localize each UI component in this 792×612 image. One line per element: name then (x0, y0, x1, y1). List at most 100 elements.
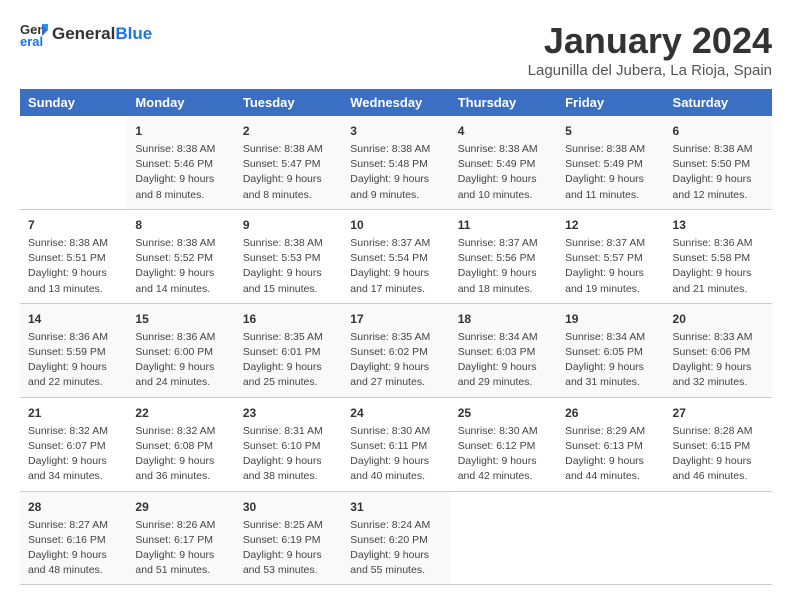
weekday-header: Tuesday (235, 89, 342, 116)
day-number: 12 (565, 216, 656, 234)
day-info: Sunrise: 8:38 AMSunset: 5:49 PMDaylight:… (458, 142, 549, 203)
day-number: 11 (458, 216, 549, 234)
weekday-header: Saturday (665, 89, 772, 116)
day-number: 25 (458, 404, 549, 422)
weekday-header: Monday (127, 89, 234, 116)
day-number: 30 (243, 498, 334, 516)
calendar-cell: 20 Sunrise: 8:33 AMSunset: 6:06 PMDayligh… (665, 303, 772, 397)
day-info: Sunrise: 8:24 AMSunset: 6:20 PMDaylight:… (350, 518, 441, 579)
day-info: Sunrise: 8:27 AMSunset: 6:16 PMDaylight:… (28, 518, 119, 579)
calendar-cell: 6 Sunrise: 8:38 AMSunset: 5:50 PMDaylight… (665, 116, 772, 209)
calendar-cell (665, 491, 772, 585)
day-number: 24 (350, 404, 441, 422)
calendar-cell: 2Sunrise: 8:38 AMSunset: 5:47 PMDaylight… (235, 116, 342, 209)
day-number: 14 (28, 310, 119, 328)
day-info: Sunrise: 8:37 AMSunset: 5:56 PMDaylight:… (458, 236, 549, 297)
calendar-cell: 25Sunrise: 8:30 AMSunset: 6:12 PMDayligh… (450, 397, 557, 491)
weekday-header: Friday (557, 89, 664, 116)
svg-text:eral: eral (20, 34, 43, 48)
day-number: 16 (243, 310, 334, 328)
day-info: Sunrise: 8:38 AMSunset: 5:51 PMDaylight:… (28, 236, 119, 297)
day-number: 17 (350, 310, 441, 328)
calendar-cell: 13 Sunrise: 8:36 AMSunset: 5:58 PMDayligh… (665, 209, 772, 303)
logo-text-blue: Blue (115, 24, 152, 43)
calendar-cell: 10 Sunrise: 8:37 AMSunset: 5:54 PMDayligh… (342, 209, 449, 303)
day-number: 13 (673, 216, 764, 234)
calendar-cell: 9Sunrise: 8:38 AMSunset: 5:53 PMDaylight… (235, 209, 342, 303)
day-info: Sunrise: 8:26 AMSunset: 6:17 PMDaylight:… (135, 518, 226, 579)
day-number: 1 (135, 122, 226, 140)
day-number: 10 (350, 216, 441, 234)
calendar-cell: 3 Sunrise: 8:38 AMSunset: 5:48 PMDaylight… (342, 116, 449, 209)
calendar-cell: 17 Sunrise: 8:35 AMSunset: 6:02 PMDayligh… (342, 303, 449, 397)
day-info: Sunrise: 8:36 AMSunset: 6:00 PMDaylight:… (135, 330, 226, 391)
calendar-cell: 21Sunrise: 8:32 AMSunset: 6:07 PMDayligh… (20, 397, 127, 491)
day-number: 5 (565, 122, 656, 140)
month-title: January 2024 (528, 20, 772, 62)
calendar-week-row: 21Sunrise: 8:32 AMSunset: 6:07 PMDayligh… (20, 397, 772, 491)
calendar-cell: 5 Sunrise: 8:38 AMSunset: 5:49 PMDaylight… (557, 116, 664, 209)
calendar-cell: 19Sunrise: 8:34 AMSunset: 6:05 PMDayligh… (557, 303, 664, 397)
weekday-header: Thursday (450, 89, 557, 116)
day-number: 31 (350, 498, 441, 516)
day-info: Sunrise: 8:34 AMSunset: 6:03 PMDaylight:… (458, 330, 549, 391)
day-info: Sunrise: 8:31 AMSunset: 6:10 PMDaylight:… (243, 424, 334, 485)
calendar-cell: 24Sunrise: 8:30 AMSunset: 6:11 PMDayligh… (342, 397, 449, 491)
calendar-cell: 4Sunrise: 8:38 AMSunset: 5:49 PMDaylight… (450, 116, 557, 209)
calendar-cell: 8Sunrise: 8:38 AMSunset: 5:52 PMDaylight… (127, 209, 234, 303)
day-info: Sunrise: 8:36 AMSunset: 5:59 PMDaylight:… (28, 330, 119, 391)
weekday-header: Sunday (20, 89, 127, 116)
day-number: 3 (350, 122, 441, 140)
day-number: 8 (135, 216, 226, 234)
day-info: Sunrise: 8:38 AMSunset: 5:46 PMDaylight:… (135, 142, 226, 203)
weekday-header: Wednesday (342, 89, 449, 116)
day-info: Sunrise: 8:37 AMSunset: 5:54 PMDaylight:… (350, 236, 441, 297)
day-info: Sunrise: 8:33 AMSunset: 6:06 PMDaylight:… (673, 330, 764, 391)
logo-text-general: General (52, 24, 115, 43)
page-header: Gen eral GeneralBlue January 2024 Laguni… (20, 20, 772, 79)
day-number: 6 (673, 122, 764, 140)
day-info: Sunrise: 8:36 AMSunset: 5:58 PMDaylight:… (673, 236, 764, 297)
day-info: Sunrise: 8:38 AMSunset: 5:50 PMDaylight:… (673, 142, 764, 203)
calendar-cell: 15Sunrise: 8:36 AMSunset: 6:00 PMDayligh… (127, 303, 234, 397)
logo: Gen eral GeneralBlue (20, 20, 152, 48)
location: Lagunilla del Jubera, La Rioja, Spain (528, 62, 772, 79)
calendar-cell: 1 Sunrise: 8:38 AMSunset: 5:46 PMDaylight… (127, 116, 234, 209)
day-number: 23 (243, 404, 334, 422)
day-number: 22 (135, 404, 226, 422)
day-number: 18 (458, 310, 549, 328)
calendar-cell (450, 491, 557, 585)
day-info: Sunrise: 8:29 AMSunset: 6:13 PMDaylight:… (565, 424, 656, 485)
day-info: Sunrise: 8:38 AMSunset: 5:49 PMDaylight:… (565, 142, 656, 203)
day-info: Sunrise: 8:32 AMSunset: 6:08 PMDaylight:… (135, 424, 226, 485)
day-info: Sunrise: 8:37 AMSunset: 5:57 PMDaylight:… (565, 236, 656, 297)
day-number: 28 (28, 498, 119, 516)
title-block: January 2024 Lagunilla del Jubera, La Ri… (528, 20, 772, 79)
calendar-cell: 14 Sunrise: 8:36 AMSunset: 5:59 PMDayligh… (20, 303, 127, 397)
day-info: Sunrise: 8:35 AMSunset: 6:02 PMDaylight:… (350, 330, 441, 391)
calendar-cell: 28 Sunrise: 8:27 AMSunset: 6:16 PMDayligh… (20, 491, 127, 585)
calendar-cell: 11 Sunrise: 8:37 AMSunset: 5:56 PMDayligh… (450, 209, 557, 303)
day-number: 7 (28, 216, 119, 234)
calendar-cell: 16Sunrise: 8:35 AMSunset: 6:01 PMDayligh… (235, 303, 342, 397)
day-number: 29 (135, 498, 226, 516)
calendar-week-row: 7 Sunrise: 8:38 AMSunset: 5:51 PMDaylight… (20, 209, 772, 303)
day-number: 21 (28, 404, 119, 422)
day-info: Sunrise: 8:34 AMSunset: 6:05 PMDaylight:… (565, 330, 656, 391)
weekday-header-row: SundayMondayTuesdayWednesdayThursdayFrid… (20, 89, 772, 116)
calendar-week-row: 1 Sunrise: 8:38 AMSunset: 5:46 PMDaylight… (20, 116, 772, 209)
calendar-cell (20, 116, 127, 209)
calendar-cell: 31 Sunrise: 8:24 AMSunset: 6:20 PMDayligh… (342, 491, 449, 585)
day-info: Sunrise: 8:28 AMSunset: 6:15 PMDaylight:… (673, 424, 764, 485)
day-number: 9 (243, 216, 334, 234)
calendar-cell: 18 Sunrise: 8:34 AMSunset: 6:03 PMDayligh… (450, 303, 557, 397)
calendar-cell: 7 Sunrise: 8:38 AMSunset: 5:51 PMDaylight… (20, 209, 127, 303)
day-info: Sunrise: 8:38 AMSunset: 5:48 PMDaylight:… (350, 142, 441, 203)
day-info: Sunrise: 8:25 AMSunset: 6:19 PMDaylight:… (243, 518, 334, 579)
calendar-cell: 30 Sunrise: 8:25 AMSunset: 6:19 PMDayligh… (235, 491, 342, 585)
calendar-table: SundayMondayTuesdayWednesdayThursdayFrid… (20, 89, 772, 585)
day-info: Sunrise: 8:38 AMSunset: 5:47 PMDaylight:… (243, 142, 334, 203)
day-number: 20 (673, 310, 764, 328)
calendar-week-row: 28 Sunrise: 8:27 AMSunset: 6:16 PMDayligh… (20, 491, 772, 585)
calendar-cell (557, 491, 664, 585)
